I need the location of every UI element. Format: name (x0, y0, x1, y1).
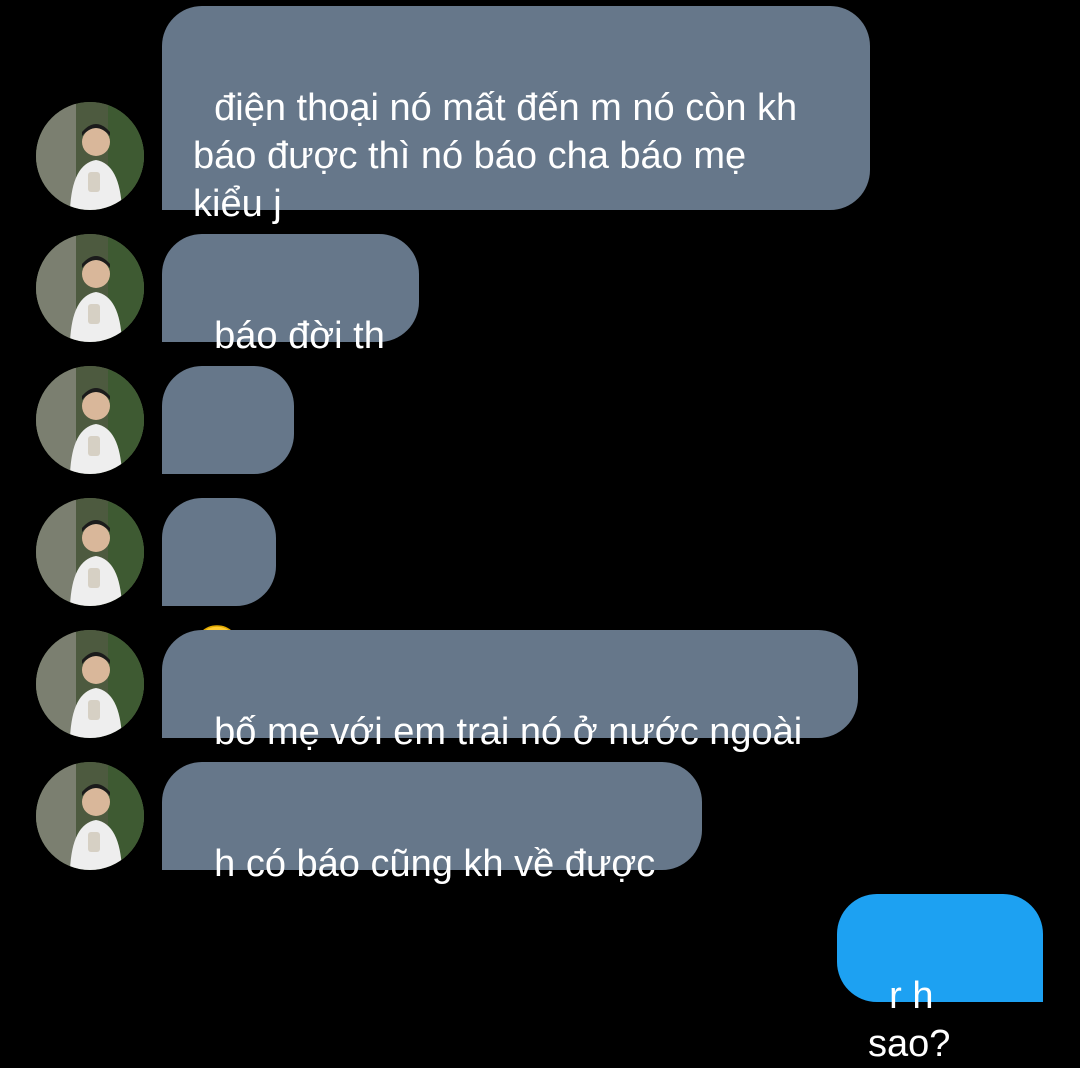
message-bubble-received[interactable]: bố mẹ với em trai nó ở nước ngoài (162, 630, 858, 753)
message-text: báo đời th (214, 315, 385, 357)
profile-photo-icon (36, 102, 144, 210)
message-text: r h sao? (868, 975, 951, 1065)
message-bubble-sent[interactable]: r h sao? (837, 894, 1043, 1065)
profile-photo-icon (36, 762, 144, 870)
message-text: điện thoại nó mất đến m nó còn kh báo đư… (193, 87, 798, 225)
message-bubble-received[interactable] (162, 498, 276, 671)
message-bubble-received[interactable]: điện thoại nó mất đến m nó còn kh báo đư… (162, 6, 870, 225)
profile-photo-icon (36, 630, 144, 738)
avatar[interactable] (36, 762, 144, 870)
avatar[interactable] (36, 102, 144, 210)
message-bubble-received[interactable]: h có báo cũng kh về được (162, 762, 702, 885)
message-bubble-received[interactable]: báo đời th (162, 234, 419, 357)
avatar[interactable] (36, 630, 144, 738)
avatar[interactable] (36, 366, 144, 474)
avatar[interactable] (36, 234, 144, 342)
message-bubble-received[interactable]: ngu (162, 366, 294, 537)
profile-photo-icon (36, 234, 144, 342)
profile-photo-icon (36, 498, 144, 606)
avatar[interactable] (36, 498, 144, 606)
message-text: bố mẹ với em trai nó ở nước ngoài (214, 711, 803, 753)
profile-photo-icon (36, 366, 144, 474)
message-text: h có báo cũng kh về được (214, 843, 656, 885)
